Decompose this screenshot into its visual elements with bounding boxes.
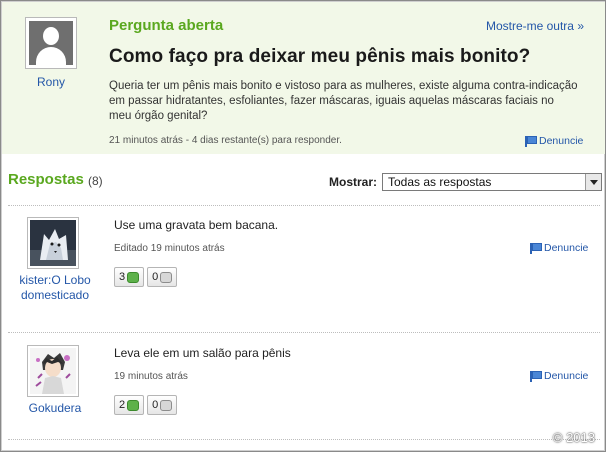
divider [8, 332, 600, 333]
divider [8, 205, 600, 206]
up-vote-count: 3 [119, 271, 126, 283]
question-status: Pergunta aberta [109, 17, 224, 34]
user-silhouette-icon [29, 21, 73, 65]
thumb-up-icon [127, 399, 140, 411]
question-title: Como faço pra deixar meu pênis mais boni… [109, 46, 531, 67]
answers-title: Respostas [8, 171, 84, 188]
question-body: Queria ter um pênis mais bonito e vistos… [109, 80, 578, 122]
thumb-up-button[interactable]: 3 [114, 267, 145, 287]
page-frame: Rony Pergunta aberta Mostre-me outra » C… [0, 0, 606, 452]
thumb-down-icon [160, 271, 173, 283]
filter-selected-value: Todas as respostas [388, 175, 492, 189]
thumb-down-button[interactable]: 0 [147, 267, 178, 287]
filter-label: Mostrar: [329, 175, 378, 189]
answer-votes: 2 0 [114, 395, 178, 415]
show-another-link[interactable]: Mostre-me outra » [486, 19, 584, 33]
divider [8, 439, 600, 440]
answer-username[interactable]: Gokudera [15, 401, 95, 416]
thumb-up-button[interactable]: 2 [114, 395, 145, 415]
asker-avatar[interactable] [25, 17, 77, 69]
answer-text: Leva ele em um salão para pênis [114, 346, 291, 360]
copyright-watermark: © 2013 [552, 430, 595, 445]
wolf-avatar-image [30, 220, 76, 266]
answers-count: (8) [88, 174, 103, 188]
answer-username[interactable]: kister:O Lobo domesticado [15, 273, 95, 303]
thumb-down-button[interactable]: 0 [147, 395, 178, 415]
down-vote-count: 0 [152, 271, 159, 283]
answer-avatar[interactable] [27, 345, 79, 397]
flag-icon [525, 135, 537, 147]
up-vote-count: 2 [119, 399, 126, 411]
answer-votes: 3 0 [114, 267, 178, 287]
flag-icon [530, 242, 542, 254]
answer-meta: Editado 19 minutos atrás [114, 243, 225, 254]
thumb-down-icon [160, 399, 173, 411]
question-meta: 21 minutos atrás - 4 dias restante(s) pa… [109, 135, 342, 146]
question-panel: Rony Pergunta aberta Mostre-me outra » C… [2, 2, 605, 154]
anime-avatar-image [30, 348, 76, 394]
report-label: Denuncie [544, 242, 589, 254]
answer-avatar[interactable] [27, 217, 79, 269]
thumb-up-icon [127, 271, 140, 283]
chevron-down-icon[interactable] [585, 174, 601, 190]
question-report-button[interactable]: Denuncie [525, 135, 583, 147]
answer-report-button[interactable]: Denuncie [530, 242, 588, 254]
answer-meta: 19 minutos atrás [114, 371, 188, 382]
answer-text: Use uma gravata bem bacana. [114, 218, 279, 232]
report-label: Denuncie [544, 370, 589, 382]
report-label: Denuncie [539, 135, 584, 147]
answer-report-button[interactable]: Denuncie [530, 370, 588, 382]
asker-name[interactable]: Rony [24, 75, 78, 89]
down-vote-count: 0 [152, 399, 159, 411]
flag-icon [530, 370, 542, 382]
answers-filter-select[interactable]: Todas as respostas [382, 173, 602, 191]
